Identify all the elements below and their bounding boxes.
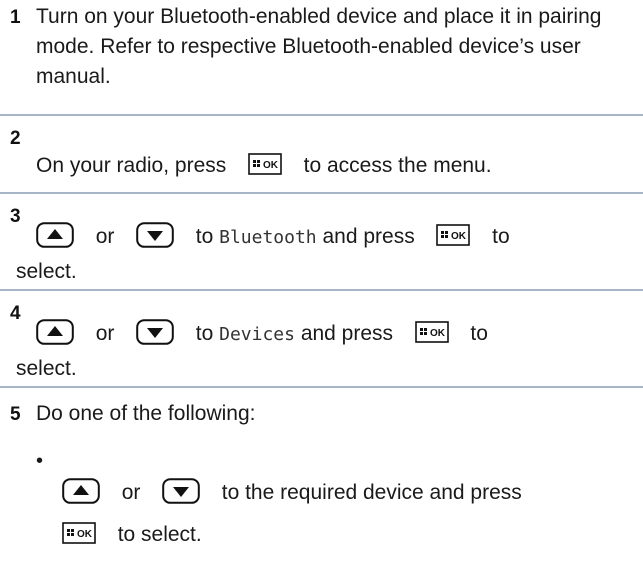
menu-ok-button-icon: OK — [414, 321, 449, 352]
step-text-post2: select. — [16, 260, 77, 283]
or-text: or — [95, 225, 115, 248]
step-number: 1 — [10, 7, 21, 28]
step-text-post: to — [492, 225, 510, 248]
step-number: 2 — [10, 128, 21, 149]
bullet-symbol: • — [36, 450, 44, 472]
and-press-text: and press — [322, 225, 415, 248]
step-text-post: to — [470, 322, 488, 345]
and-press-text: and press — [300, 322, 394, 345]
bullet-text-main: to the required device and press — [221, 481, 522, 504]
bullet-text: or to the required device and press — [62, 478, 639, 513]
step-text: On your radio, press OK to access the me… — [36, 151, 635, 184]
down-arrow-button-icon — [162, 478, 200, 513]
bullet-post: to select. — [117, 523, 202, 546]
step-text-post2: select. — [16, 357, 77, 380]
step-number: 5 — [10, 404, 21, 425]
up-arrow-button-icon — [62, 478, 100, 513]
ok-label: OK — [77, 529, 93, 540]
step-text: Turn on your Bluetooth-enabled device an… — [36, 5, 602, 88]
or-text: or — [95, 322, 115, 345]
to-text: to — [195, 322, 214, 345]
to-text: to — [195, 225, 214, 248]
step-number: 3 — [10, 206, 21, 227]
step-text: or to Devices and press OK to select. — [16, 319, 635, 384]
bullet-text-line2: OK to select. — [62, 520, 635, 553]
divider — [0, 192, 643, 194]
divider — [0, 289, 643, 291]
menu-ok-button-icon: OK — [248, 153, 282, 184]
menu-ok-button-icon: OK — [436, 224, 471, 255]
step-text-post: to access the menu. — [303, 154, 492, 177]
or-text: or — [121, 481, 141, 504]
down-arrow-button-icon — [136, 319, 174, 354]
menu-item-devices: Devices — [219, 324, 295, 345]
divider — [0, 114, 643, 116]
ok-label: OK — [430, 328, 446, 339]
menu-item-bluetooth: Bluetooth — [219, 227, 317, 248]
ok-label: OK — [263, 160, 279, 171]
step-text: Do one of the following: — [36, 402, 256, 425]
step-text-pre: On your radio, press — [36, 154, 227, 177]
menu-ok-button-icon: OK — [62, 522, 96, 553]
up-arrow-button-icon — [36, 222, 74, 257]
divider — [0, 386, 643, 388]
down-arrow-button-icon — [136, 222, 174, 257]
ok-label: OK — [451, 231, 467, 242]
up-arrow-button-icon — [36, 319, 74, 354]
step-text: or to Bluetooth and press OK to select. — [16, 222, 635, 287]
step-number: 4 — [10, 303, 21, 324]
